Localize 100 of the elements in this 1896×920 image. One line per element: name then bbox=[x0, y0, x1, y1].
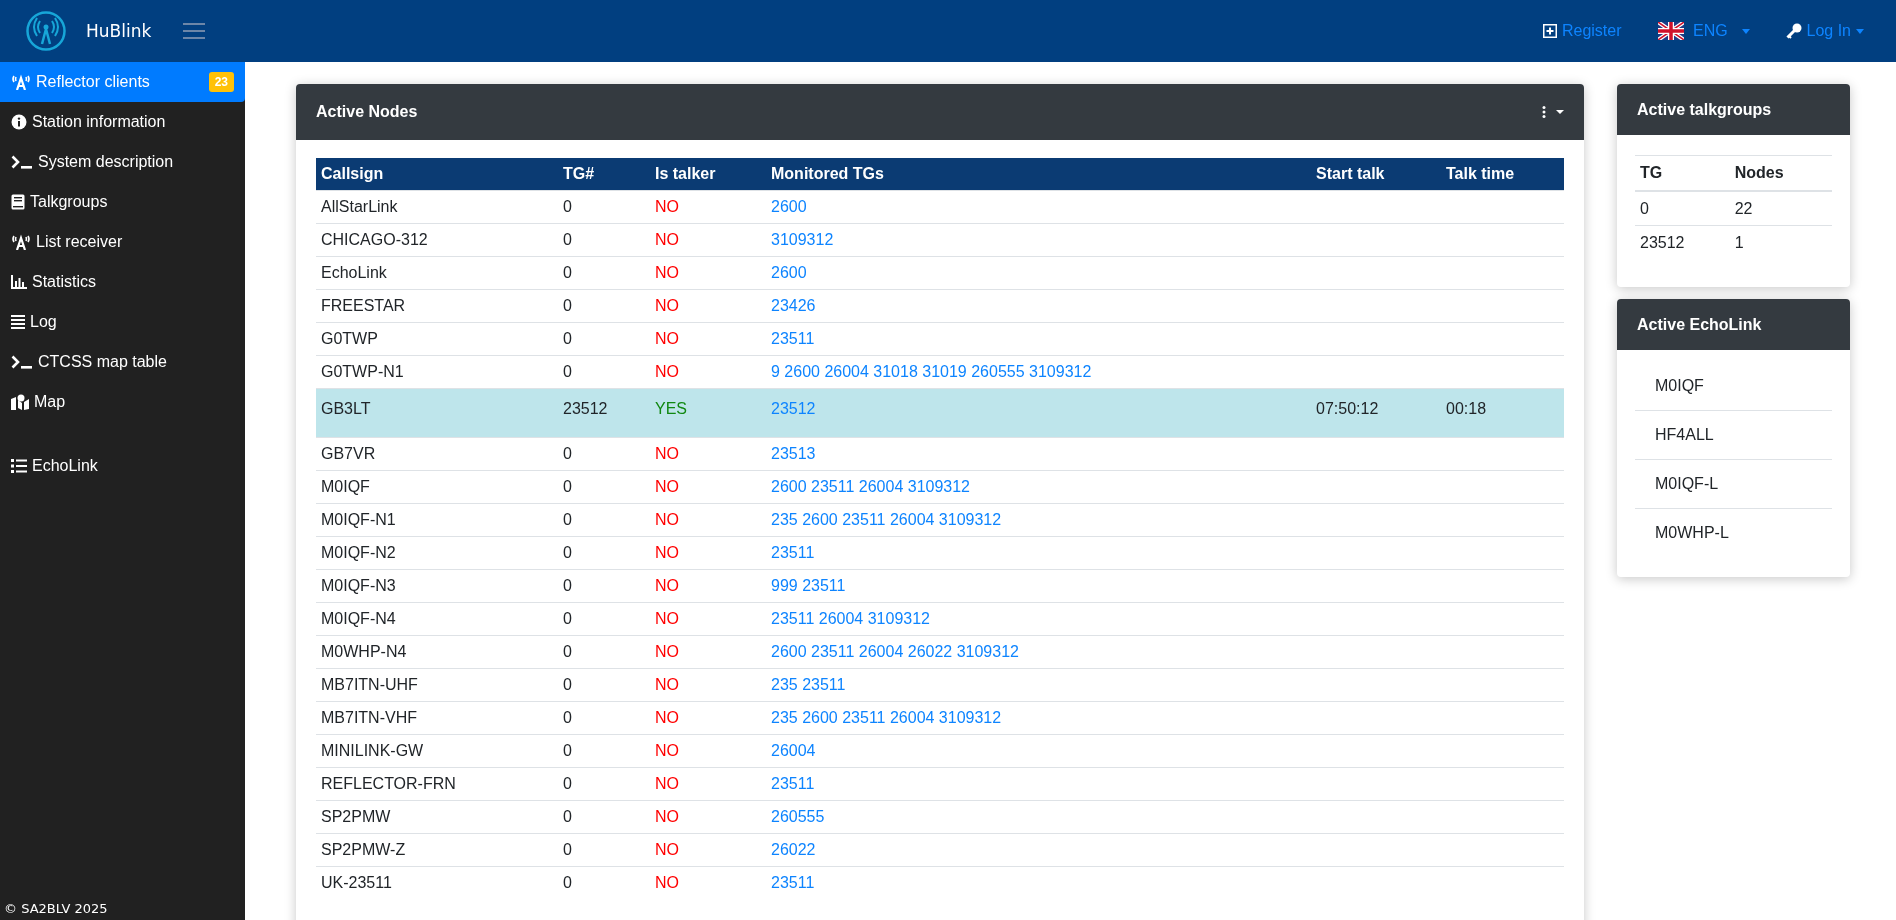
table-cell: 235 2600 23511 26004 3109312 bbox=[766, 503, 1311, 537]
table-cell: SP2PMW-Z bbox=[316, 833, 558, 867]
sidebar-item[interactable]: Log bbox=[0, 302, 245, 342]
book-icon bbox=[11, 194, 25, 210]
table-cell: M0IQF-N4 bbox=[316, 602, 558, 636]
table-cell: 0 bbox=[558, 256, 650, 290]
table-cell: M0IQF bbox=[316, 470, 558, 504]
sidebar-item-label: Log bbox=[30, 313, 57, 331]
table-cell: YES bbox=[650, 388, 766, 438]
table-cell: 0 bbox=[558, 866, 650, 899]
column-header: Callsign bbox=[316, 158, 558, 191]
table-cell: NO bbox=[650, 470, 766, 504]
table-cell: 2600 23511 26004 26022 3109312 bbox=[766, 635, 1311, 669]
column-header: Talk time bbox=[1441, 158, 1564, 191]
table-cell: NO bbox=[650, 223, 766, 257]
antenna-icon bbox=[11, 74, 31, 90]
table-cell: 0 bbox=[558, 734, 650, 768]
column-header: Nodes bbox=[1729, 155, 1832, 191]
caret-icon bbox=[1856, 28, 1864, 34]
sidebar-item-label: EchoLink bbox=[32, 457, 98, 475]
table-cell: 0 bbox=[558, 289, 650, 323]
sidebar-item[interactable]: Reflector clients 23 bbox=[0, 62, 245, 102]
table-cell: 2600 bbox=[766, 256, 1311, 290]
menu-icon[interactable] bbox=[183, 22, 206, 40]
table-cell: REFLECTOR-FRN bbox=[316, 767, 558, 801]
table-cell: 0 bbox=[558, 437, 650, 471]
caret-icon bbox=[1741, 28, 1750, 34]
column-header: Start talk bbox=[1311, 158, 1441, 191]
sidebar-item[interactable]: CTCSS map table bbox=[0, 342, 245, 382]
table-cell: 23512 bbox=[766, 388, 1311, 438]
table-cell: 3109312 bbox=[766, 223, 1311, 257]
flag-icon bbox=[1657, 22, 1684, 40]
table-cell: 0 bbox=[558, 635, 650, 669]
table-cell: SP2PMW bbox=[316, 800, 558, 834]
sidebar-item-label: CTCSS map table bbox=[38, 353, 167, 371]
kebab-menu-icon[interactable] bbox=[1542, 106, 1564, 118]
table-cell: 0 bbox=[558, 767, 650, 801]
table-cell: MB7ITN-UHF bbox=[316, 668, 558, 702]
table-cell: 0 bbox=[558, 701, 650, 735]
terminal-icon bbox=[11, 355, 33, 369]
sidebar-item[interactable]: Talkgroups bbox=[0, 182, 245, 222]
table-cell: 0 bbox=[1635, 191, 1730, 226]
sidebar-item[interactable]: List receiver bbox=[0, 222, 245, 262]
table-cell: NO bbox=[650, 701, 766, 735]
sidebar-item-label: List receiver bbox=[36, 233, 123, 251]
table-cell: G0TWP bbox=[316, 322, 558, 356]
sidebar-item[interactable]: Statistics bbox=[0, 262, 245, 302]
table-cell: NO bbox=[650, 800, 766, 834]
antenna-logo-icon bbox=[26, 11, 66, 51]
list-item: M0WHP-L bbox=[1635, 508, 1832, 557]
table-cell: EchoLink bbox=[316, 256, 558, 290]
table-cell: 23512 bbox=[1635, 225, 1730, 259]
key-icon bbox=[1785, 23, 1802, 39]
sidebar-item-label: Station information bbox=[32, 113, 166, 131]
table-cell: NO bbox=[650, 289, 766, 323]
table-cell: GB7VR bbox=[316, 437, 558, 471]
table-cell: UK-23511 bbox=[316, 866, 558, 899]
table-cell: 0 bbox=[558, 503, 650, 537]
list-item: M0IQF-L bbox=[1635, 459, 1832, 508]
table-cell: NO bbox=[650, 734, 766, 768]
table-cell: MB7ITN-VHF bbox=[316, 701, 558, 735]
copyright-text: © SA2BLV 2025 bbox=[3, 901, 109, 918]
sidebar-item[interactable]: Station information bbox=[0, 102, 245, 142]
card-title: Active EchoLink bbox=[1637, 315, 1762, 334]
table-cell: NO bbox=[650, 833, 766, 867]
table-cell: 0 bbox=[558, 800, 650, 834]
table-cell: 26022 bbox=[766, 833, 1311, 867]
terminal-icon bbox=[11, 155, 33, 169]
table-cell: 0 bbox=[558, 536, 650, 570]
table-cell: 999 23511 bbox=[766, 569, 1311, 603]
table-cell: NO bbox=[650, 322, 766, 356]
table-cell: NO bbox=[650, 602, 766, 636]
table-cell: 23511 26004 3109312 bbox=[766, 602, 1311, 636]
table-cell: 0 bbox=[558, 223, 650, 257]
table-cell: 23511 bbox=[766, 536, 1311, 570]
table-cell: 23511 bbox=[766, 866, 1311, 899]
count-badge: 23 bbox=[208, 72, 234, 92]
plus-square-icon bbox=[1542, 24, 1557, 38]
table-cell: MINILINK-GW bbox=[316, 734, 558, 768]
table-cell: AllStarLink bbox=[316, 190, 558, 224]
table-cell: NO bbox=[650, 635, 766, 669]
table-cell: 235 2600 23511 26004 3109312 bbox=[766, 701, 1311, 735]
sidebar-item[interactable]: EchoLink bbox=[0, 446, 245, 486]
table-cell: FREESTAR bbox=[316, 289, 558, 323]
table-cell: NO bbox=[650, 536, 766, 570]
table-cell: NO bbox=[650, 569, 766, 603]
card-title: Active Nodes bbox=[316, 103, 418, 121]
table-cell: 0 bbox=[558, 470, 650, 504]
table-cell: M0WHP-N4 bbox=[316, 635, 558, 669]
table-cell: NO bbox=[650, 668, 766, 702]
table-cell: 0 bbox=[558, 833, 650, 867]
table-cell: 22 bbox=[1729, 191, 1832, 226]
table-cell: 23511 bbox=[766, 322, 1311, 356]
sidebar-item[interactable]: Map bbox=[0, 382, 245, 422]
table-cell: CHICAGO-312 bbox=[316, 223, 558, 257]
table-cell: 26004 bbox=[766, 734, 1311, 768]
table-cell: 23512 bbox=[558, 388, 650, 438]
table-cell: M0IQF-N2 bbox=[316, 536, 558, 570]
sidebar-item[interactable]: System description bbox=[0, 142, 245, 182]
table-cell: M0IQF-N3 bbox=[316, 569, 558, 603]
